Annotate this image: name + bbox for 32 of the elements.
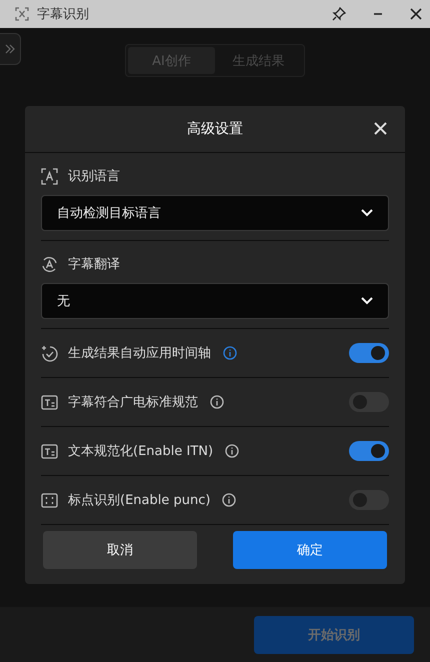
- toggle-switch[interactable]: [349, 441, 389, 461]
- info-icon[interactable]: [222, 493, 236, 507]
- chevron-down-icon: [361, 209, 373, 217]
- punctuation-icon: [41, 492, 58, 508]
- option-label: 字幕符合广电标准规范: [68, 394, 198, 411]
- dropdown[interactable]: 自动检测目标语言: [41, 195, 389, 231]
- chevron-down-icon: [361, 297, 373, 305]
- confirm-button[interactable]: 确定: [233, 531, 387, 569]
- toggle-switch[interactable]: [349, 490, 389, 510]
- toggle-switch[interactable]: [349, 343, 389, 363]
- info-icon[interactable]: [225, 444, 240, 458]
- dialog-title: 高级设置: [187, 120, 243, 138]
- cancel-button[interactable]: 取消: [43, 531, 197, 569]
- dropdown[interactable]: 无: [41, 283, 389, 319]
- close-icon[interactable]: [410, 8, 422, 20]
- subtitle-scan-icon: [15, 7, 29, 21]
- translate-icon: [41, 256, 58, 272]
- option-label: 生成结果自动应用时间轴: [68, 345, 211, 362]
- section-label: 字幕翻译: [68, 256, 120, 273]
- info-icon[interactable]: [223, 346, 237, 360]
- double-chevron-icon: [4, 43, 16, 55]
- info-icon[interactable]: [210, 395, 224, 409]
- text-box-icon: [41, 394, 58, 410]
- section-label: 识别语言: [68, 168, 120, 185]
- option-label: 标点识别(Enable punc): [68, 492, 210, 509]
- expand-button[interactable]: [0, 33, 21, 65]
- option-label: 文本规范化(Enable ITN): [68, 443, 214, 460]
- pin-icon[interactable]: [332, 7, 346, 21]
- toggle-switch[interactable]: [349, 392, 389, 412]
- text-scan-icon: [41, 168, 58, 184]
- window-title: 字幕识别: [37, 6, 89, 23]
- text-box-icon: [41, 442, 58, 460]
